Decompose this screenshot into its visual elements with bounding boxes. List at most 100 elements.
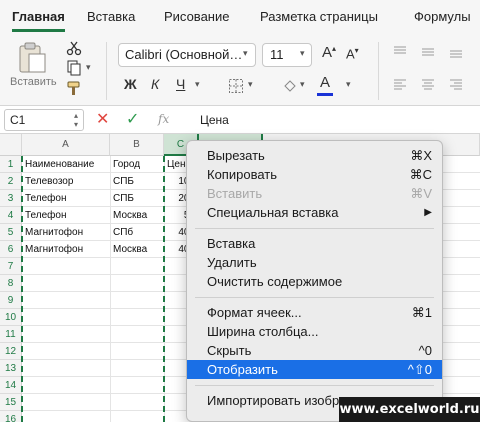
align-left-icon[interactable] xyxy=(392,76,408,92)
tab-formulas[interactable]: Формулы xyxy=(414,9,471,24)
column-header-b[interactable]: B xyxy=(110,134,164,156)
row-header[interactable]: 6 xyxy=(0,241,22,258)
menu-item-label: Ширина столбца... xyxy=(207,324,319,339)
font-name-chevron-icon[interactable]: ▾ xyxy=(243,48,248,59)
cell-a5[interactable]: Магнитофон xyxy=(25,224,109,241)
row-header[interactable]: 12 xyxy=(0,343,22,360)
menu-item-label: Удалить xyxy=(207,255,257,270)
row-header[interactable]: 1 xyxy=(0,156,22,173)
cut-icon[interactable] xyxy=(66,40,82,56)
formula-bar: C1 ▴ ▾ ✕ ✓ fx Цена xyxy=(0,106,480,134)
font-size-chevron-icon[interactable]: ▾ xyxy=(300,48,305,59)
name-box-stepper-icon[interactable]: ▴ ▾ xyxy=(74,111,78,129)
menu-item-label: Скрыть xyxy=(207,343,252,358)
underline-button[interactable]: Ч xyxy=(176,76,185,92)
menu-separator xyxy=(195,297,434,298)
menu-item-paste-special[interactable]: Специальная вставка ▶ xyxy=(187,203,442,222)
row-header[interactable]: 13 xyxy=(0,360,22,377)
menu-item-label: Отобразить xyxy=(207,362,278,377)
menu-item-shortcut: ⌘V xyxy=(410,186,432,201)
font-name-select[interactable]: Calibri (Основной… xyxy=(118,43,256,67)
menu-item-paste[interactable]: Вставить ⌘V xyxy=(187,184,442,203)
name-box[interactable]: C1 ▴ ▾ xyxy=(4,109,84,131)
align-middle-icon[interactable] xyxy=(420,44,436,60)
align-right-icon[interactable] xyxy=(448,76,464,92)
italic-button[interactable]: К xyxy=(151,76,159,92)
menu-item-unhide[interactable]: Отобразить ^⇧0 xyxy=(187,360,442,379)
selection-marquee-c xyxy=(163,156,165,422)
menu-item-label: Вставка xyxy=(207,236,256,251)
row-header[interactable]: 3 xyxy=(0,190,22,207)
select-all-corner[interactable] xyxy=(0,134,22,156)
tab-page-layout[interactable]: Разметка страницы xyxy=(260,9,378,24)
format-painter-icon[interactable] xyxy=(66,80,82,96)
menu-item-shortcut: ⌘1 xyxy=(411,305,432,320)
watermark: www.excelworld.ru xyxy=(339,397,480,422)
menu-item-insert[interactable]: Вставка xyxy=(187,234,442,253)
confirm-edit-icon[interactable]: ✓ xyxy=(126,109,139,129)
font-color-button[interactable]: A xyxy=(320,74,330,91)
align-bottom-icon[interactable] xyxy=(448,44,464,60)
row-header[interactable]: 2 xyxy=(0,173,22,190)
menu-item-label: Специальная вставка xyxy=(207,205,339,220)
row-header[interactable]: 7 xyxy=(0,258,22,275)
row-header[interactable]: 16 xyxy=(0,411,22,422)
row-header[interactable]: 15 xyxy=(0,394,22,411)
row-header[interactable]: 8 xyxy=(0,275,22,292)
menu-item-column-width[interactable]: Ширина столбца... xyxy=(187,322,442,341)
cell-a1[interactable]: Наименование xyxy=(25,156,109,173)
menu-item-label: Копировать xyxy=(207,167,277,182)
row-header[interactable]: 11 xyxy=(0,326,22,343)
paste-label: Вставить xyxy=(10,76,57,88)
cell-b4[interactable]: Москва xyxy=(113,207,163,224)
row-header[interactable]: 10 xyxy=(0,309,22,326)
paste-icon[interactable] xyxy=(17,42,47,74)
font-color-swatch xyxy=(317,93,333,96)
font-color-chevron-icon[interactable]: ▾ xyxy=(346,79,351,90)
cell-b1[interactable]: Город xyxy=(113,156,163,173)
menu-separator xyxy=(195,228,434,229)
fill-color-icon[interactable] xyxy=(282,78,298,94)
column-header-a[interactable]: A xyxy=(22,134,110,156)
menu-item-format-cells[interactable]: Формат ячеек... ⌘1 xyxy=(187,303,442,322)
row-header[interactable]: 9 xyxy=(0,292,22,309)
cell-b6[interactable]: Москва xyxy=(113,241,163,258)
menu-item-delete[interactable]: Удалить xyxy=(187,253,442,272)
underline-chevron-icon[interactable]: ▾ xyxy=(195,79,200,90)
cell-a4[interactable]: Телефон xyxy=(25,207,109,224)
cell-a2[interactable]: Телевозор xyxy=(25,173,109,190)
cancel-edit-icon[interactable]: ✕ xyxy=(96,109,109,129)
row-header[interactable]: 14 xyxy=(0,377,22,394)
cell-b2[interactable]: СПБ xyxy=(113,173,163,190)
tab-draw[interactable]: Рисование xyxy=(164,9,229,24)
increase-font-icon[interactable]: A▴ xyxy=(322,44,336,61)
ribbon-divider xyxy=(106,42,107,100)
menu-item-shortcut: ⌘C xyxy=(409,167,432,182)
menu-item-copy[interactable]: Копировать ⌘C xyxy=(187,165,442,184)
formula-input[interactable]: Цена xyxy=(200,113,229,127)
cell-a3[interactable]: Телефон xyxy=(25,190,109,207)
fill-color-chevron-icon[interactable]: ▾ xyxy=(300,79,305,90)
cell-b3[interactable]: СПБ xyxy=(113,190,163,207)
menu-item-hide[interactable]: Скрыть ^0 xyxy=(187,341,442,360)
tab-insert[interactable]: Вставка xyxy=(87,9,135,24)
menu-item-clear-contents[interactable]: Очистить содержимое xyxy=(187,272,442,291)
align-center-icon[interactable] xyxy=(420,76,436,92)
align-top-icon[interactable] xyxy=(392,44,408,60)
copy-icon[interactable] xyxy=(66,60,82,76)
menu-item-cut[interactable]: Вырезать ⌘X xyxy=(187,146,442,165)
borders-chevron-icon[interactable]: ▾ xyxy=(248,79,253,90)
grid-line xyxy=(110,156,111,422)
decrease-font-icon[interactable]: A▾ xyxy=(346,46,359,61)
cell-a6[interactable]: Магнитофон xyxy=(25,241,109,258)
tab-home[interactable]: Главная xyxy=(12,9,65,24)
copy-dropdown-chevron-icon[interactable]: ▾ xyxy=(86,62,91,73)
selection-marquee-left xyxy=(21,156,23,422)
cell-b5[interactable]: СПб xyxy=(113,224,163,241)
borders-icon[interactable] xyxy=(228,78,244,94)
insert-function-button[interactable]: fx xyxy=(158,112,169,126)
bold-button[interactable]: Ж xyxy=(124,76,137,92)
row-header[interactable]: 5 xyxy=(0,224,22,241)
menu-item-shortcut: ^⇧0 xyxy=(407,362,432,377)
row-header[interactable]: 4 xyxy=(0,207,22,224)
